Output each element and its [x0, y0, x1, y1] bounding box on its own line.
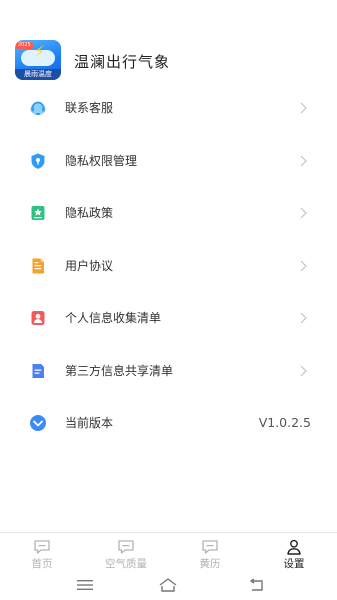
menu-item-privacy-policy[interactable]: 隐私政策 [0, 187, 337, 240]
tab-label: 首页 [31, 558, 53, 570]
lightning-icon: ⚡ [34, 42, 46, 61]
menu-item-label: 联系客服 [65, 101, 114, 115]
air-quality-icon [118, 540, 134, 554]
almanac-icon [202, 540, 218, 554]
app-header: ⚡ 2025 晨雨温度 温澜出行气象 [0, 0, 337, 82]
menu-icon[interactable] [75, 576, 95, 594]
bottom-tab-bar: 首页 空气质量 黄历 设置 [0, 532, 337, 573]
tab-air-quality[interactable]: 空气质量 [84, 533, 168, 573]
privacy-badge-icon [31, 206, 45, 220]
menu-item-current-version: 当前版本 V1.0.2.5 [0, 397, 337, 450]
menu-item-third-party-sharing[interactable]: 第三方信息共享清单 [0, 345, 337, 398]
menu-item-personal-info-list[interactable]: 个人信息收集清单 [0, 292, 337, 345]
headset-icon [30, 101, 46, 115]
menu-item-label: 隐私权限管理 [65, 153, 138, 168]
menu-item-label: 第三方信息共享清单 [65, 363, 174, 378]
back-icon[interactable] [246, 576, 266, 594]
tab-label: 空气质量 [105, 558, 147, 570]
version-number: V1.0.2.5 [258, 415, 311, 430]
chevron-right-icon [300, 260, 307, 271]
document-icon [32, 258, 44, 273]
settings-menu: 联系客服 隐私权限管理 隐私政策 用户协议 个人信息收集清单 第三方信息共享清单… [0, 82, 337, 450]
menu-item-privacy-permissions[interactable]: 隐私权限管理 [0, 135, 337, 188]
share-doc-icon [32, 363, 44, 378]
menu-item-label: 当前版本 [65, 416, 114, 430]
version-check-icon [30, 415, 46, 431]
tab-almanac[interactable]: 黄历 [168, 533, 252, 573]
menu-item-user-agreement[interactable]: 用户协议 [0, 240, 337, 293]
chevron-right-icon [300, 365, 307, 376]
tab-label: 设置 [283, 558, 305, 570]
shield-lock-icon [31, 153, 45, 169]
home-chat-icon [34, 540, 50, 554]
chevron-right-icon [300, 207, 307, 219]
app-title: 温澜出行气象 [74, 53, 171, 71]
menu-item-label: 隐私政策 [65, 206, 114, 220]
tab-settings[interactable]: 设置 [252, 533, 336, 573]
tab-home[interactable]: 首页 [0, 533, 84, 573]
app-logo: ⚡ 2025 晨雨温度 [15, 40, 61, 80]
tab-label: 黄历 [199, 558, 221, 570]
menu-item-label: 个人信息收集清单 [65, 311, 162, 325]
menu-item-label: 用户协议 [65, 258, 114, 273]
chevron-right-icon [300, 312, 307, 324]
home-icon[interactable] [158, 576, 178, 594]
chevron-right-icon [300, 102, 307, 114]
person-card-icon [31, 311, 45, 325]
user-icon [287, 539, 301, 555]
chevron-right-icon [300, 155, 307, 166]
menu-item-customer-service[interactable]: 联系客服 [0, 82, 337, 135]
logo-tag: 2025 [16, 42, 33, 49]
logo-ribbon: 晨雨温度 [15, 69, 61, 80]
system-nav-bar [0, 572, 337, 600]
